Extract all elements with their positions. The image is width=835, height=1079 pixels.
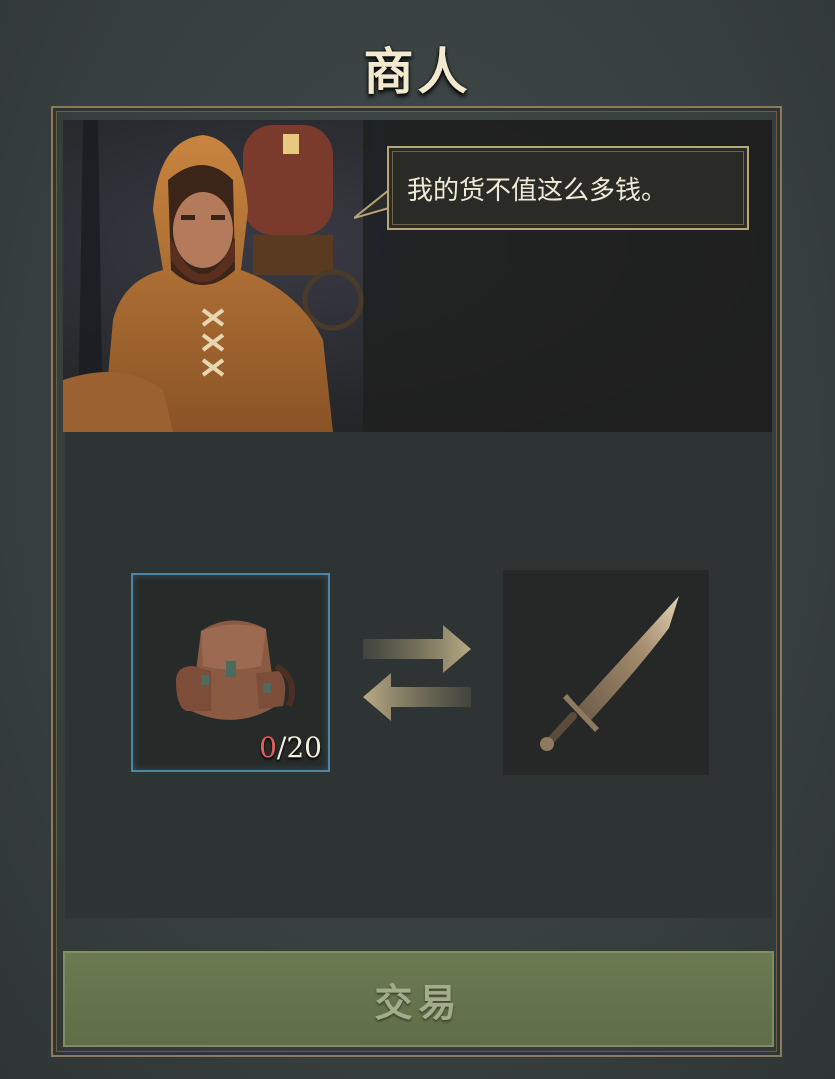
speech-text: 我的货不值这么多钱。	[407, 175, 668, 206]
sword-icon	[529, 588, 689, 762]
count-separator: /	[276, 731, 287, 764]
receive-slot[interactable]	[503, 570, 709, 775]
offer-slot[interactable]: 0/20	[131, 573, 330, 772]
page-title: 商人	[363, 42, 472, 101]
backpack-icon	[171, 611, 301, 735]
trade-button[interactable]: 交易	[63, 951, 774, 1047]
inventory-count: 0/20	[259, 731, 322, 764]
swap-arrows-icon	[363, 625, 475, 725]
count-max: 20	[286, 731, 322, 764]
count-current: 0	[259, 731, 277, 764]
speech-bubble: 我的货不值这么多钱。	[387, 146, 749, 230]
